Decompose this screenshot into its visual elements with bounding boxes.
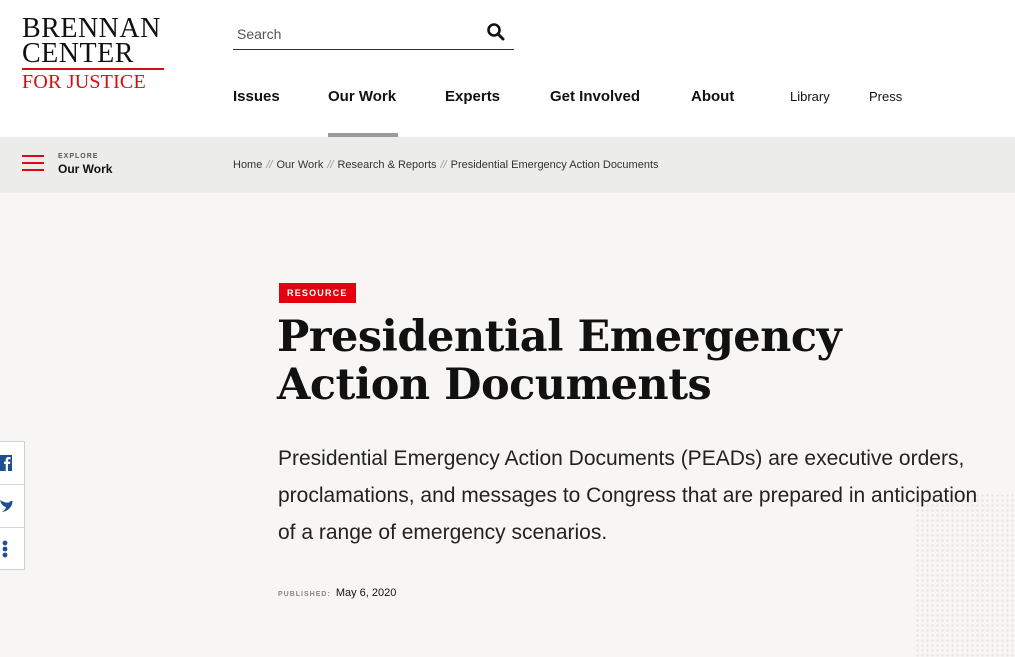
hamburger-menu-icon	[22, 155, 44, 173]
explore-label: EXPLORE	[58, 153, 99, 160]
twitter-share-button[interactable]	[0, 485, 24, 528]
page-title: Presidential Emergency Action Documents	[277, 312, 842, 410]
explore-title: Our Work	[58, 162, 113, 176]
nav-issues[interactable]: Issues	[233, 88, 280, 105]
nav-our-work[interactable]: Our Work	[328, 88, 396, 105]
logo-line-3: FOR JUSTICE	[22, 68, 164, 94]
resource-badge[interactable]: RESOURCE	[279, 283, 356, 303]
nav-experts[interactable]: Experts	[445, 88, 500, 105]
more-share-button[interactable]	[0, 528, 24, 571]
breadcrumb-research-reports[interactable]: Research & Reports	[337, 159, 436, 171]
article-hero: RESOURCE Presidential Emergency Action D…	[0, 193, 1015, 657]
site-header: BRENNAN CENTER FOR JUSTICE Issues Our Wo…	[0, 0, 1015, 137]
logo-line-2: CENTER	[22, 38, 134, 69]
more-share-icon	[2, 540, 8, 558]
breadcrumb-home[interactable]: Home	[233, 159, 262, 171]
explore-menu-toggle[interactable]: EXPLORE Our Work	[22, 153, 122, 177]
published-date: PUBLISHED: May 6, 2020	[278, 587, 396, 599]
share-bar	[0, 441, 25, 570]
breadcrumb-separator: //	[440, 159, 447, 171]
breadcrumb: Home//Our Work//Research & Reports//Pres…	[233, 159, 659, 171]
nav-get-involved[interactable]: Get Involved	[550, 88, 640, 105]
article-lead: Presidential Emergency Action Documents …	[278, 447, 978, 544]
nav-about[interactable]: About	[691, 88, 734, 105]
search-icon[interactable]	[486, 22, 506, 42]
facebook-share-button[interactable]	[0, 442, 24, 485]
breadcrumb-our-work[interactable]: Our Work	[276, 159, 323, 171]
explore-breadcrumb-bar: EXPLORE Our Work Home//Our Work//Researc…	[0, 137, 1015, 193]
nav-library[interactable]: Library	[790, 89, 830, 104]
twitter-icon	[0, 500, 13, 512]
published-label: PUBLISHED:	[278, 591, 331, 598]
published-date-value: May 6, 2020	[335, 587, 397, 599]
nav-press[interactable]: Press	[869, 89, 902, 104]
brennan-center-logo[interactable]: BRENNAN CENTER FOR JUSTICE	[22, 15, 168, 94]
search-bar	[233, 20, 514, 50]
facebook-icon	[0, 455, 12, 471]
search-input[interactable]	[237, 26, 477, 42]
breadcrumb-separator: //	[327, 159, 334, 171]
breadcrumb-current: Presidential Emergency Action Documents	[450, 159, 659, 171]
breadcrumb-separator: //	[266, 159, 273, 171]
